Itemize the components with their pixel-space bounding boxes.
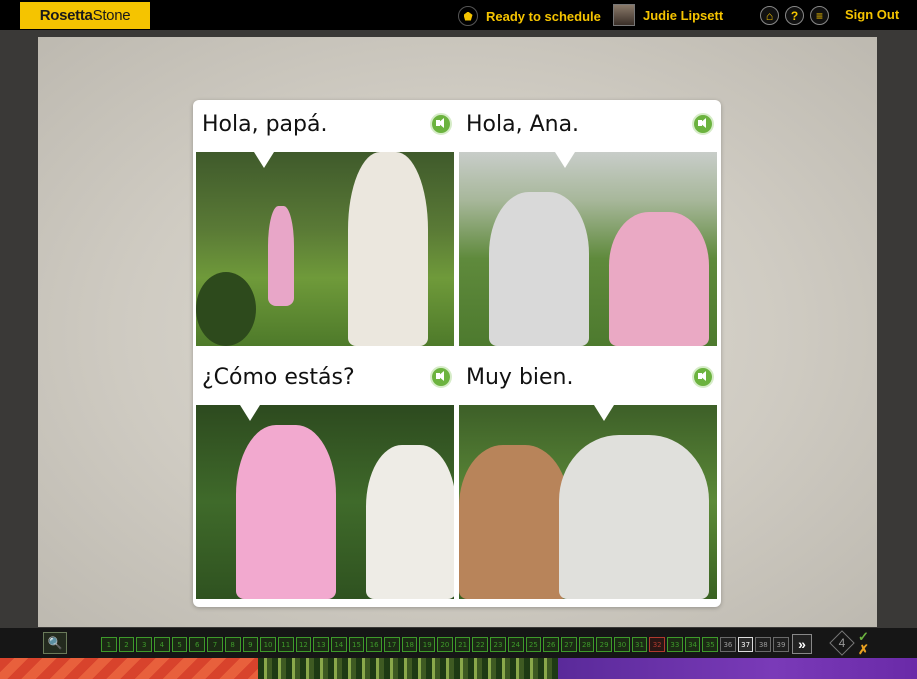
speaker-icon[interactable] — [692, 113, 714, 135]
schedule-status-label: Ready to schedule — [486, 8, 601, 24]
screen-27-button[interactable]: 27 — [560, 637, 577, 652]
screen-14-button[interactable]: 14 — [330, 637, 347, 652]
speaker-icon[interactable] — [430, 113, 452, 135]
screen-7-button[interactable]: 7 — [207, 637, 223, 652]
cell-caption: Hola, papá. — [202, 112, 328, 137]
screen-29-button[interactable]: 29 — [596, 637, 612, 652]
score-diamond-value: 4 — [838, 636, 846, 650]
help-icon[interactable]: ? — [785, 6, 804, 25]
cell-caption: Hola, Ana. — [466, 112, 580, 137]
schedule-status[interactable]: Ready to schedule — [458, 6, 601, 26]
screen-36-button[interactable]: 36 — [720, 637, 736, 652]
screen-33-button[interactable]: 33 — [667, 637, 683, 652]
screen-21-button[interactable]: 21 — [454, 637, 471, 652]
screen-37-button[interactable]: 37 — [737, 637, 754, 652]
screen-26-button[interactable]: 26 — [543, 637, 559, 652]
lesson-card: Hola, papá. Hola, Ana. ¿Cómo estás? Muy … — [193, 100, 721, 607]
strip-segment — [258, 658, 558, 679]
user-name: Judie Lipsett — [643, 7, 724, 23]
cell-caption: ¿Cómo estás? — [202, 365, 355, 390]
speech-pointer — [594, 405, 614, 421]
photo-girl-waving-father[interactable] — [196, 152, 454, 346]
screen-19-button[interactable]: 19 — [419, 637, 436, 652]
screen-39-button[interactable]: 39 — [773, 637, 789, 652]
decorative-strip — [0, 658, 917, 679]
menu-icon[interactable]: ≡ — [810, 6, 829, 25]
speaker-icon[interactable] — [430, 366, 452, 388]
speech-pointer — [555, 152, 575, 168]
photo-girl-asking[interactable] — [196, 405, 454, 599]
sign-out-link[interactable]: Sign Out — [845, 7, 899, 22]
screen-15-button[interactable]: 15 — [348, 637, 365, 652]
photo-father-waving[interactable] — [459, 152, 717, 346]
lesson-cell-2[interactable]: Hola, Ana. — [457, 100, 717, 350]
screen-23-button[interactable]: 23 — [490, 637, 506, 652]
avatar — [613, 4, 635, 26]
screen-12-button[interactable]: 12 — [295, 637, 312, 652]
screen-20-button[interactable]: 20 — [437, 637, 453, 652]
strip-segment — [558, 658, 917, 679]
next-screen-button[interactable]: » — [792, 634, 812, 654]
user-profile[interactable]: Judie Lipsett — [613, 4, 723, 26]
screen-13-button[interactable]: 13 — [313, 637, 329, 652]
screen-32-button[interactable]: 32 — [649, 637, 665, 652]
pentagon-icon — [458, 6, 478, 26]
screen-31-button[interactable]: 31 — [631, 637, 648, 652]
lesson-cell-4[interactable]: Muy bien. — [457, 353, 717, 603]
logo-text-light: Stone — [92, 7, 131, 24]
screen-24-button[interactable]: 24 — [507, 637, 524, 652]
screen-progress: 1 2 3 4 5 6 7 8 9 10 11 12 13 14 15 16 17 18 19 20 21 22 23 24 2… — [101, 637, 789, 652]
lesson-cell-3[interactable]: ¿Cómo estás? — [193, 353, 454, 603]
lesson-cell-1[interactable]: Hola, papá. — [193, 100, 454, 350]
zoom-icon[interactable]: 🔍 — [43, 632, 67, 654]
screen-28-button[interactable]: 28 — [578, 637, 595, 652]
screen-38-button[interactable]: 38 — [755, 637, 772, 652]
photo-father-answering[interactable] — [459, 405, 717, 599]
screen-3-button[interactable]: 3 — [136, 637, 153, 652]
home-icon[interactable]: ⌂ — [760, 6, 779, 25]
screen-16-button[interactable]: 16 — [366, 637, 382, 652]
screen-2-button[interactable]: 2 — [118, 637, 135, 652]
screen-35-button[interactable]: 35 — [702, 637, 719, 652]
screen-34-button[interactable]: 34 — [684, 637, 701, 652]
speech-pointer — [254, 152, 274, 168]
strip-segment — [0, 658, 258, 679]
screen-11-button[interactable]: 11 — [277, 637, 294, 652]
screen-10-button[interactable]: 10 — [260, 637, 276, 652]
screen-30-button[interactable]: 30 — [613, 637, 630, 652]
navigation-bar: 🔍 1 2 3 4 5 6 7 8 9 10 11 12 13 14 15 16 17 18 19 20 21 22 23 2… — [0, 628, 917, 658]
screen-6-button[interactable]: 6 — [189, 637, 206, 652]
speaker-icon[interactable] — [692, 366, 714, 388]
logo-text-bold: Rosetta — [39, 7, 93, 24]
cross-icon: ✗ — [858, 642, 869, 657]
screen-17-button[interactable]: 17 — [384, 637, 400, 652]
top-bar: Rosetta Stone Ready to schedule Judie Lip… — [0, 0, 917, 30]
screen-18-button[interactable]: 18 — [401, 637, 418, 652]
screen-5-button[interactable]: 5 — [171, 637, 188, 652]
screen-8-button[interactable]: 8 — [224, 637, 241, 652]
screen-25-button[interactable]: 25 — [525, 637, 542, 652]
score-diamond: 4 — [830, 631, 854, 655]
screen-22-button[interactable]: 22 — [472, 637, 489, 652]
screen-4-button[interactable]: 4 — [154, 637, 170, 652]
answer-tally: ✓ ✗ — [858, 630, 872, 656]
rosetta-stone-logo[interactable]: Rosetta Stone — [20, 2, 150, 29]
screen-1-button[interactable]: 1 — [101, 637, 117, 652]
screen-9-button[interactable]: 9 — [242, 637, 259, 652]
speech-pointer — [240, 405, 260, 421]
cell-caption: Muy bien. — [466, 365, 574, 390]
